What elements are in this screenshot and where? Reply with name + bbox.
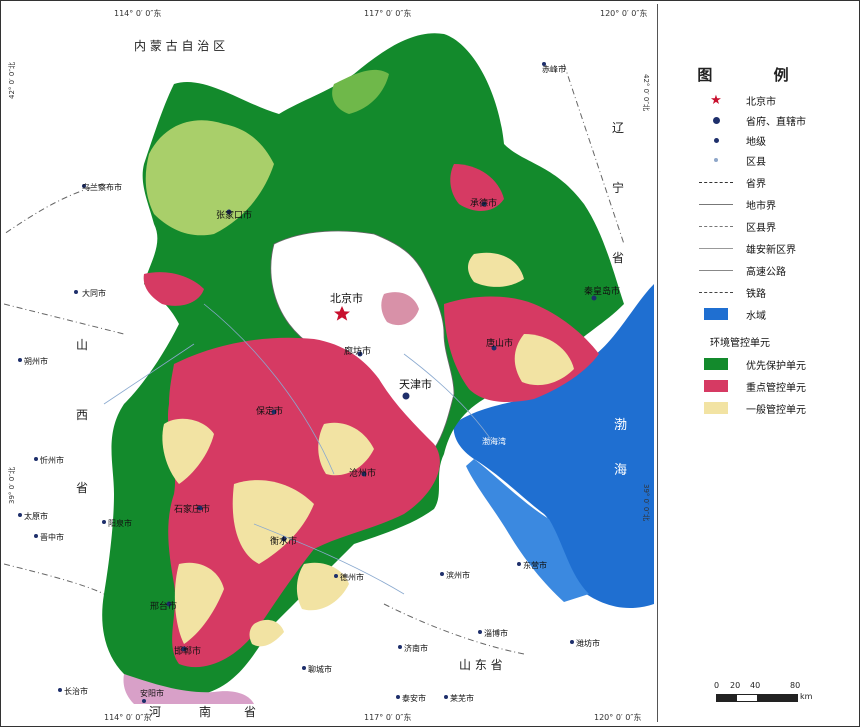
- label-xingtai: 邢台市: [150, 600, 177, 612]
- region-henan-2: 南: [199, 704, 211, 719]
- thin-line-icon: [694, 197, 738, 211]
- label-dezhou: 德州市: [340, 572, 364, 582]
- scale-tick-40: 40: [750, 681, 761, 690]
- label-shijiazhuang: 石家庄市: [174, 503, 210, 515]
- label-weifang: 潍坊市: [576, 638, 600, 648]
- line-icon: [694, 263, 738, 277]
- label-jinan: 济南市: [404, 643, 428, 653]
- label-hengshui: 衡水市: [270, 535, 297, 547]
- legend-item-beijing: ★ 北京市: [694, 92, 776, 108]
- thin-line-icon: [694, 241, 738, 255]
- region-shanxi-3: 省: [76, 481, 88, 495]
- legend-item-county-border: 区县界: [694, 218, 776, 234]
- scale-bar: [716, 694, 798, 702]
- legend-title: 图 例: [697, 66, 817, 84]
- label-tangshan: 唐山市: [486, 337, 513, 349]
- legend-item-city-border: 地市界: [694, 196, 776, 212]
- label-handan: 邯郸市: [174, 645, 201, 657]
- tianjin-marker: [402, 392, 410, 400]
- key-swatch-icon: [694, 379, 738, 393]
- grat-right-39: 39° 0′ 0″北: [642, 484, 650, 521]
- legend-unit-general: 一般管控单元: [694, 400, 806, 416]
- star-icon: ★: [710, 92, 722, 108]
- dot-icon: [694, 133, 738, 147]
- region-shandong: 山 东 省: [459, 658, 503, 672]
- label-yangquan: 阳泉市: [108, 518, 132, 528]
- label-cangzhou: 沧州市: [349, 467, 376, 479]
- small-dot-icon: [694, 153, 738, 167]
- label-binzhou: 滨州市: [446, 570, 470, 580]
- grat-top-120: 120° 0′ 0″东: [600, 8, 647, 18]
- region-liaoning-1: 辽: [612, 121, 624, 135]
- grat-right-42: 42° 0′ 0″北: [642, 74, 650, 111]
- label-beijing: 北京市: [330, 291, 363, 305]
- label-zibo: 淄博市: [484, 628, 508, 638]
- label-xinzhou: 忻州市: [40, 455, 64, 465]
- map-legend: 图 例 ★ 北京市 省府、直辖市 地级 区县 省界 地市界 区县界 雄安新区界 …: [657, 4, 856, 722]
- label-qinhuangdao: 秦皇岛市: [584, 285, 620, 297]
- scale-tick-0: 0: [714, 681, 720, 690]
- legend-unit-priority: 优先保护单元: [694, 356, 806, 372]
- region-inner-mongolia: 内 蒙 古 自 治 区: [134, 38, 225, 53]
- dashdot-thin-line-icon: [694, 219, 738, 233]
- label-chengde: 承德市: [470, 197, 497, 209]
- label-laiwu: 莱芜市: [450, 693, 474, 703]
- region-shanxi-2: 西: [76, 408, 88, 422]
- big-dot-icon: [694, 113, 738, 127]
- legend-item-water: 水域: [694, 306, 766, 322]
- label-zhangjiakou: 张家口市: [216, 209, 252, 221]
- label-dongying: 东营市: [523, 560, 547, 570]
- label-wulanchabu: 乌兰察布市: [82, 182, 122, 192]
- grat-bottom-114: 114° 0′ 0″东: [104, 712, 151, 722]
- scale-tick-20: 20: [730, 681, 741, 690]
- region-liaoning-3: 省: [612, 251, 624, 265]
- legend-item-railway: 铁路: [694, 284, 766, 300]
- grat-top-114: 114° 0′ 0″东: [114, 8, 161, 18]
- region-liaoning-2: 宁: [612, 180, 624, 195]
- grat-left-39: 39° 0′ 0″北: [8, 467, 16, 504]
- priority-swatch-icon: [694, 357, 738, 371]
- region-shanxi-1: 山: [76, 338, 88, 352]
- legend-item-province-border: 省界: [694, 174, 766, 190]
- sea-bohai-2: 海: [614, 463, 627, 478]
- label-liaocheng: 聊城市: [308, 664, 332, 674]
- scale-tick-80: 80: [790, 681, 801, 690]
- scale-unit: km: [800, 692, 813, 701]
- grat-left-42: 42° 0′ 0″北: [8, 62, 16, 99]
- label-changzhi: 长治市: [64, 686, 88, 696]
- grat-top-117: 117° 0′ 0″东: [364, 8, 411, 18]
- map-svg: 114° 0′ 0″东 117° 0′ 0″东 120° 0′ 0″东 114°…: [3, 4, 654, 722]
- sea-bohai-bay: 渤海湾: [482, 436, 506, 446]
- label-chifeng: 赤峰市: [542, 64, 566, 74]
- label-anyang: 安阳市: [140, 688, 164, 698]
- general-swatch-icon: [694, 401, 738, 415]
- region-henan-3: 省: [244, 705, 256, 719]
- water-swatch-icon: [694, 307, 738, 321]
- legend-unit-key: 重点管控单元: [694, 378, 806, 394]
- dashed-line-icon: [694, 285, 738, 299]
- grat-bottom-117: 117° 0′ 0″东: [364, 712, 411, 722]
- legend-item-provincial-capital: 省府、直辖市: [694, 112, 806, 128]
- map-area: 114° 0′ 0″东 117° 0′ 0″东 120° 0′ 0″东 114°…: [3, 4, 654, 722]
- label-tianjin: 天津市: [399, 377, 432, 391]
- legend-subtitle: 环境管控单元: [710, 338, 770, 349]
- label-shuozhou: 朔州市: [24, 356, 48, 366]
- label-taian: 泰安市: [402, 693, 426, 703]
- legend-item-highway: 高速公路: [694, 262, 786, 278]
- label-langfang: 廊坊市: [344, 345, 371, 357]
- label-datong: 大同市: [82, 288, 106, 298]
- legend-item-prefecture: 地级: [694, 132, 766, 148]
- sea-bohai-1: 渤: [614, 417, 627, 433]
- label-baoding: 保定市: [256, 405, 283, 417]
- label-taiyuan: 太原市: [24, 511, 48, 521]
- dashdot-line-icon: [694, 175, 738, 189]
- label-jinzhong: 晋中市: [40, 532, 64, 542]
- legend-item-xiongan-border: 雄安新区界: [694, 240, 796, 256]
- legend-item-county: 区县: [694, 152, 766, 168]
- region-henan-1: 河: [149, 705, 161, 719]
- grat-bottom-120: 120° 0′ 0″东: [594, 712, 641, 722]
